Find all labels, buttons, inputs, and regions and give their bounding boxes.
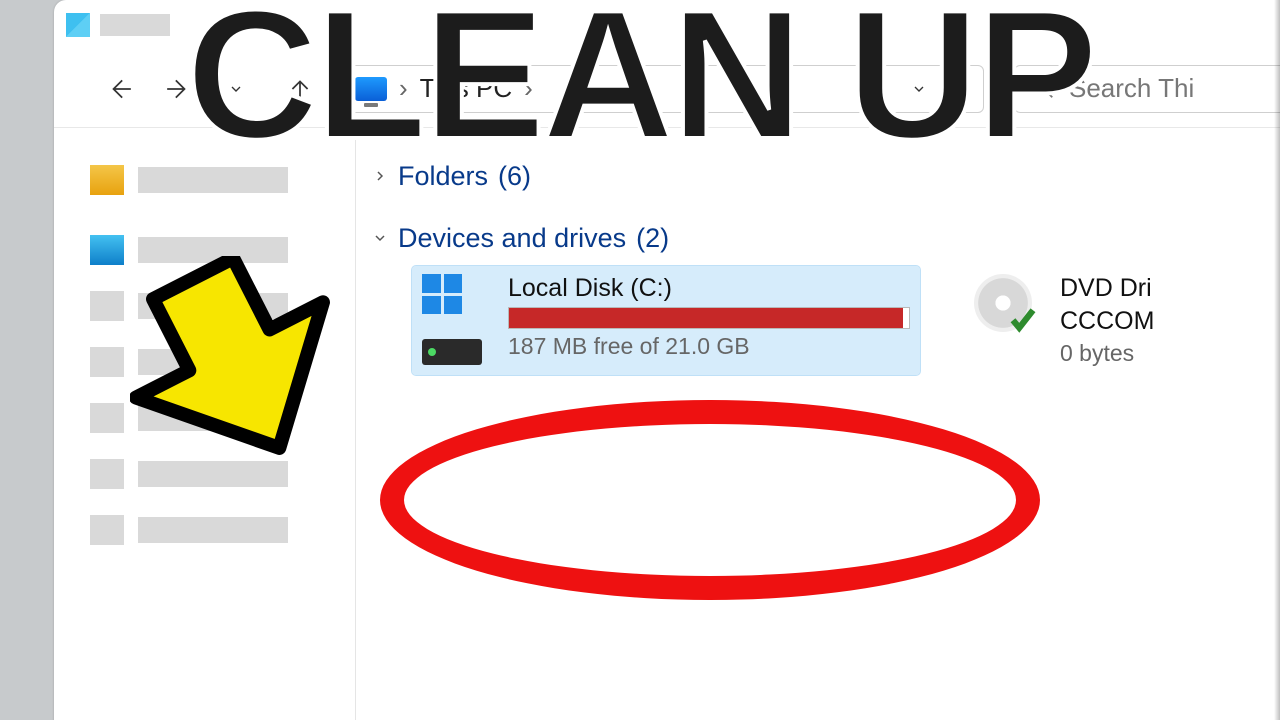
sidebar-item[interactable] xyxy=(90,222,355,278)
search-icon xyxy=(1033,78,1055,100)
titlebar xyxy=(54,0,1280,50)
file-explorer-window: › This PC › Search Thi xyxy=(54,0,1280,720)
chevron-down-icon xyxy=(372,230,388,246)
group-count: (2) xyxy=(636,223,669,254)
sidebar-item[interactable] xyxy=(90,502,355,558)
sidebar-item[interactable] xyxy=(90,334,355,390)
breadcrumb-separator: › xyxy=(524,73,533,104)
search-box[interactable]: Search Thi xyxy=(1014,65,1280,113)
drives-row: Local Disk (C:) 187 MB free of 21.0 GB xyxy=(368,260,1280,375)
titlebar-blur xyxy=(100,14,170,36)
folder-icon xyxy=(90,165,124,195)
address-history-button[interactable] xyxy=(905,75,933,103)
breadcrumb-separator: › xyxy=(399,73,408,104)
sidebar-label-blur xyxy=(138,237,288,263)
folder-icon xyxy=(90,291,124,321)
drive-info: DVD Dri CCCOM 0 bytes xyxy=(1060,274,1154,367)
back-button[interactable] xyxy=(106,75,134,103)
refresh-button[interactable] xyxy=(945,75,973,103)
sidebar-label-blur xyxy=(138,293,288,319)
drive-name: Local Disk (C:) xyxy=(508,274,910,303)
disc-icon xyxy=(974,274,1032,332)
sidebar-label-blur xyxy=(138,167,288,193)
drive-free-text: 187 MB free of 21.0 GB xyxy=(508,333,910,360)
up-button[interactable] xyxy=(286,75,314,103)
capacity-fill xyxy=(509,308,903,328)
windows-logo-icon xyxy=(422,274,462,314)
sidebar-item[interactable] xyxy=(90,390,355,446)
folder-icon xyxy=(90,403,124,433)
sidebar-label-blur xyxy=(138,517,288,543)
drive-dvd[interactable]: DVD Dri CCCOM 0 bytes xyxy=(964,266,1164,375)
folder-icon xyxy=(90,347,124,377)
navigation-bar: › This PC › Search Thi xyxy=(54,50,1280,128)
drive-icon xyxy=(974,274,1046,367)
drive-icon xyxy=(422,274,494,367)
drive-info: Local Disk (C:) 187 MB free of 21.0 GB xyxy=(508,274,910,367)
sidebar-item[interactable] xyxy=(90,278,355,334)
hdd-icon xyxy=(422,339,482,365)
folder-icon xyxy=(90,235,124,265)
drive-line2: CCCOM xyxy=(1060,307,1154,336)
search-placeholder: Search Thi xyxy=(1069,73,1194,104)
navigation-pane[interactable] xyxy=(54,128,356,720)
group-label: Devices and drives xyxy=(398,223,626,254)
folder-icon xyxy=(90,459,124,489)
sidebar-label-blur xyxy=(138,349,288,375)
checkmark-icon xyxy=(1008,304,1038,334)
this-pc-icon xyxy=(355,77,387,101)
drive-name: DVD Dri xyxy=(1060,274,1154,303)
breadcrumb-location[interactable]: This PC xyxy=(420,73,512,104)
recent-locations-button[interactable] xyxy=(222,75,250,103)
folder-icon xyxy=(90,515,124,545)
chevron-right-icon xyxy=(372,168,388,184)
sidebar-label-blur xyxy=(138,461,288,487)
app-icon xyxy=(66,13,90,37)
group-label: Folders xyxy=(398,161,488,192)
sidebar-label-blur xyxy=(138,405,288,431)
forward-button[interactable] xyxy=(164,75,192,103)
group-folders[interactable]: Folders (6) xyxy=(368,154,1280,198)
sidebar-item[interactable] xyxy=(90,446,355,502)
group-drives[interactable]: Devices and drives (2) xyxy=(368,216,1280,260)
capacity-bar xyxy=(508,307,910,329)
explorer-body: Folders (6) Devices and drives (2) Local… xyxy=(54,128,1280,720)
drive-free-text: 0 bytes xyxy=(1060,340,1154,367)
group-count: (6) xyxy=(498,161,531,192)
drive-local-disk-c[interactable]: Local Disk (C:) 187 MB free of 21.0 GB xyxy=(412,266,920,375)
content-pane: Folders (6) Devices and drives (2) Local… xyxy=(356,128,1280,720)
sidebar-item[interactable] xyxy=(90,152,355,208)
window-shadow xyxy=(1274,0,1280,720)
address-bar[interactable]: › This PC › xyxy=(344,65,984,113)
